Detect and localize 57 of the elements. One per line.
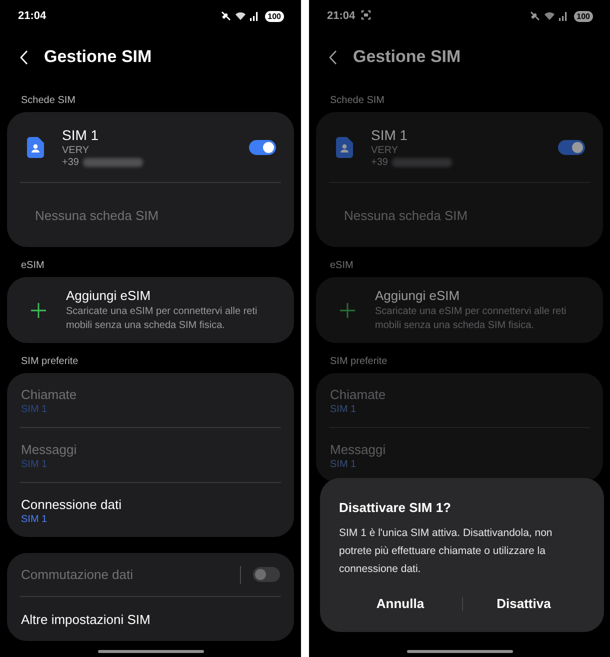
- item-label: Messaggi: [330, 442, 386, 457]
- item-label: Commutazione dati: [21, 567, 134, 582]
- settings-item[interactable]: Altre impostazioni SIM: [7, 597, 294, 641]
- section-label: Schede SIM: [20, 94, 76, 108]
- preferred-sim-item[interactable]: Connessione dati SIM 1: [7, 483, 294, 537]
- sim-name: SIM 1: [62, 126, 100, 142]
- item-label: Chiamate: [21, 387, 77, 402]
- redacted-number: [392, 158, 452, 166]
- page-title: Gestione SIM: [353, 47, 461, 67]
- signal-icon: [558, 12, 568, 20]
- phone-number: +39: [371, 156, 388, 168]
- action-description: Scaricate una eSIM per connettervi alle reti mobili senza una scheda SIM fisica.: [375, 304, 568, 332]
- status-time: 21:04: [327, 10, 356, 22]
- sim-row[interactable]: SIM 1 VERY +39: [316, 112, 603, 182]
- dialog-button[interactable]: Annulla: [339, 588, 462, 619]
- plus-icon: [340, 302, 355, 318]
- wifi-icon: [544, 11, 555, 21]
- add-esim-item[interactable]: Aggiungi eSIM Scaricate una eSIM per connettervi alle reti mobili senza una scheda SIM fisica.: [7, 277, 294, 343]
- phone-number: +39: [62, 156, 79, 168]
- action-title: Aggiungi eSIM: [66, 288, 152, 302]
- section-label: eSIM: [20, 259, 46, 273]
- status-time: 21:04: [18, 10, 46, 22]
- dialog-title: Disattivare SIM 1?: [339, 500, 452, 515]
- wifi-icon: [234, 11, 246, 21]
- item-label: Connessione dati: [21, 497, 122, 512]
- item-label: Chiamate: [330, 387, 386, 402]
- plus-icon: [31, 302, 46, 318]
- battery-indicator: 100: [574, 10, 593, 22]
- section-label: eSIM: [329, 259, 354, 273]
- sim-card-icon: [336, 136, 353, 158]
- signal-icon: [250, 12, 259, 20]
- page-title: Gestione SIM: [44, 47, 152, 67]
- toggle-switch[interactable]: [249, 140, 276, 154]
- back-icon[interactable]: [329, 50, 337, 64]
- section-label: SIM preferite: [329, 355, 388, 369]
- operator-name: VERY: [62, 144, 90, 156]
- dialog-button[interactable]: Disattiva: [462, 588, 585, 619]
- action-title: Aggiungi eSIM: [375, 288, 461, 302]
- redacted-number: [82, 158, 143, 166]
- toggle-switch[interactable]: [558, 140, 585, 154]
- add-esim-item[interactable]: Aggiungi eSIM Scaricate una eSIM per connettervi alle reti mobili senza una scheda SIM fisica.: [316, 277, 603, 343]
- item-value: SIM 1: [330, 404, 358, 415]
- operator-name: VERY: [371, 144, 400, 156]
- battery-indicator: 100: [264, 10, 284, 22]
- sim-name: SIM 1: [371, 126, 409, 142]
- item-value: SIM 1: [21, 404, 48, 415]
- action-description: Scaricate una eSIM per connettervi alle reti mobili senza una scheda SIM fisica.: [66, 304, 258, 332]
- item-value: SIM 1: [21, 514, 48, 525]
- item-value: SIM 1: [21, 459, 48, 470]
- back-icon[interactable]: [20, 50, 28, 64]
- section-label: SIM preferite: [20, 355, 80, 369]
- item-value: SIM 1: [330, 459, 358, 470]
- item-label: Messaggi: [21, 442, 77, 457]
- sim-row[interactable]: SIM 1 VERY +39: [7, 112, 294, 182]
- sim-card-icon: [27, 136, 44, 158]
- dialog-message: SIM 1 è l'unica SIM attiva. Disattivandola, non potrete più effettuare chiamate o utilizzare la connessione dati.: [339, 526, 554, 577]
- section-label: Schede SIM: [329, 94, 386, 108]
